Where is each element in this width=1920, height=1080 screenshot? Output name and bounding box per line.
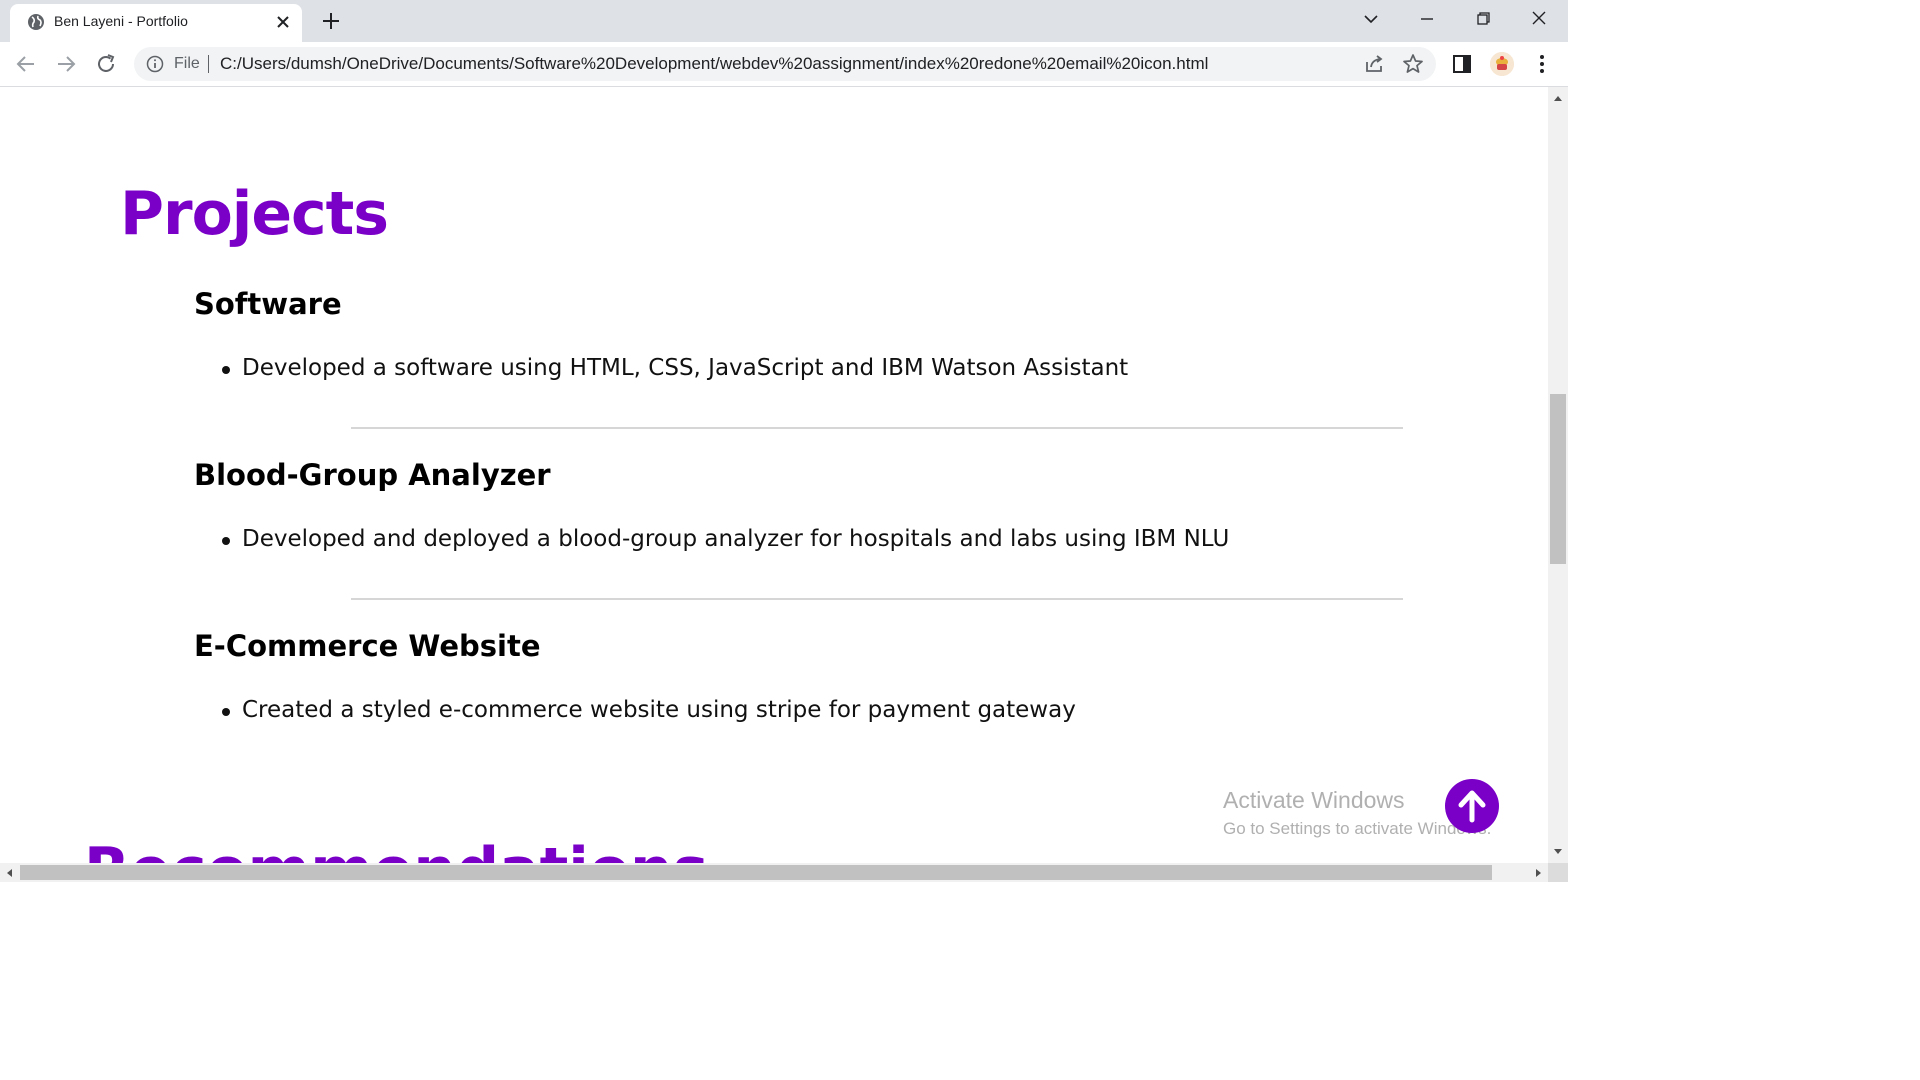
back-arrow-icon[interactable] [14, 52, 38, 76]
project-list-ecommerce: Created a styled e-commerce website usin… [194, 697, 1076, 723]
scroll-up-arrow-icon[interactable] [1550, 91, 1566, 107]
profile-avatar-icon [1490, 52, 1514, 76]
restore-icon[interactable] [1470, 8, 1496, 30]
list-item: Created a styled e-commerce website usin… [194, 697, 1076, 723]
url-text[interactable]: C:/Users/dumsh/OneDrive/Documents/Softwa… [220, 54, 1208, 74]
browser-toolbar: File C:/Users/dumsh/OneDrive/Documents/S… [0, 42, 1568, 87]
list-item: Developed a software using HTML, CSS, Ja… [194, 355, 1128, 381]
arrow-up-icon [1458, 790, 1486, 823]
info-icon[interactable] [146, 55, 164, 73]
reload-icon[interactable] [94, 52, 118, 76]
projects-heading: Projects [120, 179, 389, 249]
page-viewport: Projects Software Developed a software u… [0, 87, 1548, 863]
horizontal-scrollbar-thumb[interactable] [20, 865, 1492, 880]
project-bullet-text: Created a styled e-commerce website usin… [242, 697, 1076, 723]
more-menu-icon[interactable] [1530, 52, 1554, 76]
bookmark-star-icon[interactable] [1401, 52, 1425, 76]
address-separator [208, 55, 209, 73]
bullet-dot [222, 708, 230, 716]
globe-icon [28, 14, 44, 30]
new-tab-icon[interactable] [320, 10, 342, 32]
tab-strip: Ben Layeni - Portfolio [0, 0, 1568, 42]
forward-arrow-icon[interactable] [54, 52, 78, 76]
scroll-to-top-button[interactable] [1445, 779, 1499, 833]
scroll-down-arrow-icon[interactable] [1550, 843, 1566, 859]
scroll-left-arrow-icon[interactable] [2, 865, 18, 881]
scrollbar-corner [1548, 863, 1568, 882]
project-bullet-text: Developed a software using HTML, CSS, Ja… [242, 355, 1129, 381]
browser-tab[interactable]: Ben Layeni - Portfolio [10, 4, 302, 42]
profile-avatar[interactable] [1490, 52, 1514, 76]
project-title-ecommerce: E-Commerce Website [194, 629, 541, 663]
horizontal-scrollbar[interactable] [0, 863, 1548, 882]
project-divider [351, 598, 1403, 600]
list-item: Developed and deployed a blood-group ana… [194, 526, 1229, 552]
side-panel-icon[interactable] [1450, 52, 1474, 76]
project-list-software: Developed a software using HTML, CSS, Ja… [194, 355, 1128, 381]
vertical-scrollbar[interactable] [1548, 87, 1568, 863]
scroll-right-arrow-icon[interactable] [1530, 865, 1546, 881]
share-icon[interactable] [1362, 52, 1386, 76]
bullet-dot [222, 366, 230, 374]
project-bullet-text: Developed and deployed a blood-group ana… [242, 526, 1230, 552]
address-scheme-label: File [174, 55, 200, 72]
tab-title: Ben Layeni - Portfolio [54, 13, 188, 29]
address-bar[interactable]: File C:/Users/dumsh/OneDrive/Documents/S… [134, 47, 1436, 81]
bullet-dot [222, 537, 230, 545]
tab-search-chevron-icon[interactable] [1358, 8, 1384, 30]
project-title-software: Software [194, 287, 342, 321]
close-tab-icon[interactable] [274, 13, 292, 31]
project-title-blood-group: Blood-Group Analyzer [194, 458, 551, 492]
project-divider [351, 427, 1403, 429]
vertical-scrollbar-thumb[interactable] [1550, 394, 1566, 564]
project-list-blood-group: Developed and deployed a blood-group ana… [194, 526, 1229, 552]
activate-windows-title: Activate Windows [1223, 787, 1405, 813]
next-section-heading: Recommendations [84, 835, 708, 863]
close-window-icon[interactable] [1526, 8, 1552, 30]
minimize-icon[interactable] [1414, 8, 1440, 30]
